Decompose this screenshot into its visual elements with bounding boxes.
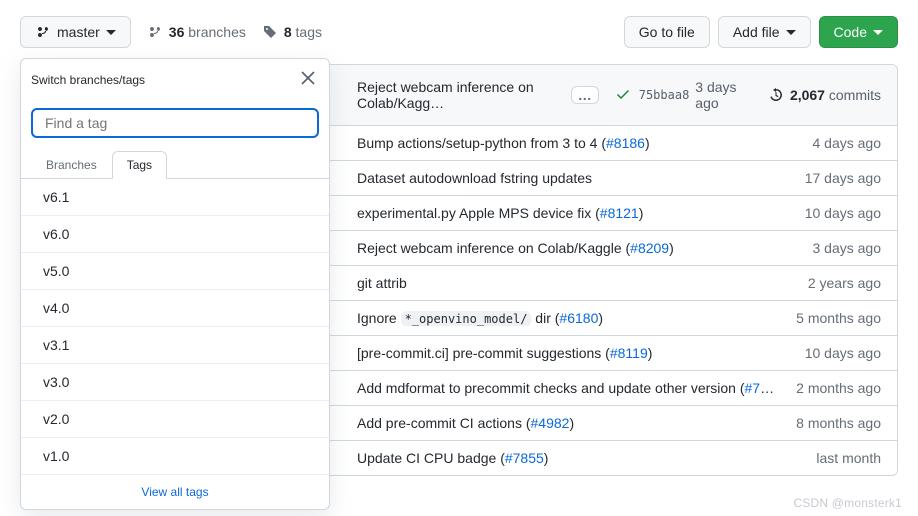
go-to-file-button[interactable]: Go to file bbox=[624, 16, 710, 48]
commits-link[interactable]: 2,067 commits bbox=[768, 87, 881, 103]
close-icon[interactable] bbox=[297, 67, 319, 92]
watermark: CSDN @monsterk1 bbox=[793, 496, 902, 510]
issue-link[interactable]: #8119 bbox=[610, 345, 648, 361]
commit-message[interactable]: experimental.py Apple MPS device fix (#8… bbox=[357, 205, 789, 221]
check-icon[interactable] bbox=[615, 86, 631, 105]
commit-date: 3 days ago bbox=[695, 79, 748, 111]
tags-count: 8 bbox=[284, 24, 292, 40]
latest-commit-message[interactable]: Reject webcam inference on Colab/Kagg… bbox=[357, 79, 563, 111]
expand-commit-button[interactable]: … bbox=[571, 86, 599, 104]
tags-word: tags bbox=[296, 24, 322, 40]
commit-date: 10 days ago bbox=[805, 205, 881, 221]
git-branch-icon bbox=[35, 24, 51, 40]
caret-down-icon bbox=[106, 27, 116, 37]
commit-date: 5 months ago bbox=[796, 310, 881, 326]
commit-date: 4 days ago bbox=[813, 135, 882, 151]
caret-down-icon bbox=[786, 27, 796, 37]
commit-message[interactable]: git attrib bbox=[357, 275, 792, 291]
issue-link[interactable]: #4982 bbox=[531, 415, 570, 431]
commit-date: 8 months ago bbox=[796, 415, 881, 431]
tag-item[interactable]: v6.0 bbox=[21, 216, 329, 253]
commit-message[interactable]: Reject webcam inference on Colab/Kaggle … bbox=[357, 240, 797, 256]
tag-icon bbox=[262, 24, 278, 40]
view-all-tags-link[interactable]: View all tags bbox=[21, 475, 329, 509]
popup-title: Switch branches/tags bbox=[31, 73, 145, 87]
tag-item[interactable]: v3.1 bbox=[21, 327, 329, 364]
branch-menu-button[interactable]: master bbox=[20, 16, 131, 48]
branches-word: branches bbox=[188, 24, 246, 40]
commit-date: 10 days ago bbox=[805, 345, 881, 361]
issue-link[interactable]: #7529 bbox=[745, 380, 781, 396]
tags-link[interactable]: 8 tags bbox=[262, 24, 322, 40]
commit-sha-link[interactable]: 75bbaa8 bbox=[639, 88, 690, 102]
tag-item[interactable]: v2.0 bbox=[21, 401, 329, 438]
commit-message[interactable]: [pre-commit.ci] pre-commit suggestions (… bbox=[357, 345, 789, 361]
tag-item[interactable]: v4.0 bbox=[21, 290, 329, 327]
add-file-button[interactable]: Add file bbox=[718, 16, 811, 48]
commit-message[interactable]: Add mdformat to precommit checks and upd… bbox=[357, 380, 780, 396]
git-branch-icon bbox=[147, 24, 163, 40]
tag-item[interactable]: v1.0 bbox=[21, 438, 329, 475]
tab-branches[interactable]: Branches bbox=[31, 151, 112, 179]
commit-message[interactable]: Add pre-commit CI actions (#4982) bbox=[357, 415, 780, 431]
issue-link[interactable]: #8121 bbox=[600, 205, 639, 221]
history-icon bbox=[768, 87, 784, 103]
tab-tags[interactable]: Tags bbox=[112, 151, 167, 179]
commit-date: 17 days ago bbox=[805, 170, 881, 186]
commit-date: 2 years ago bbox=[808, 275, 881, 291]
caret-down-icon bbox=[873, 27, 883, 37]
branch-tag-popup: Switch branches/tags Branches Tags v6.1v… bbox=[20, 58, 330, 510]
commit-message[interactable]: Bump actions/setup-python from 3 to 4 (#… bbox=[357, 135, 797, 151]
commit-date: last month bbox=[816, 450, 881, 466]
code-button[interactable]: Code bbox=[819, 16, 898, 48]
issue-link[interactable]: #7855 bbox=[505, 450, 544, 466]
issue-link[interactable]: #8186 bbox=[606, 135, 645, 151]
branch-label: master bbox=[57, 22, 100, 42]
search-input[interactable] bbox=[31, 108, 319, 138]
commit-date: 2 months ago bbox=[796, 380, 881, 396]
commit-date: 3 days ago bbox=[813, 240, 882, 256]
issue-link[interactable]: #6180 bbox=[559, 310, 598, 326]
issue-link[interactable]: #8209 bbox=[630, 240, 669, 256]
branches-count: 36 bbox=[169, 24, 185, 40]
commit-message[interactable]: Ignore *_openvino_model/ dir (#6180) bbox=[357, 310, 780, 326]
commit-message[interactable]: Dataset autodownload fstring updates bbox=[357, 170, 789, 186]
branches-link[interactable]: 36 branches bbox=[147, 24, 246, 40]
commit-message[interactable]: Update CI CPU badge (#7855) bbox=[357, 450, 800, 466]
tag-item[interactable]: v3.0 bbox=[21, 364, 329, 401]
tag-item[interactable]: v6.1 bbox=[21, 179, 329, 216]
tag-item[interactable]: v5.0 bbox=[21, 253, 329, 290]
